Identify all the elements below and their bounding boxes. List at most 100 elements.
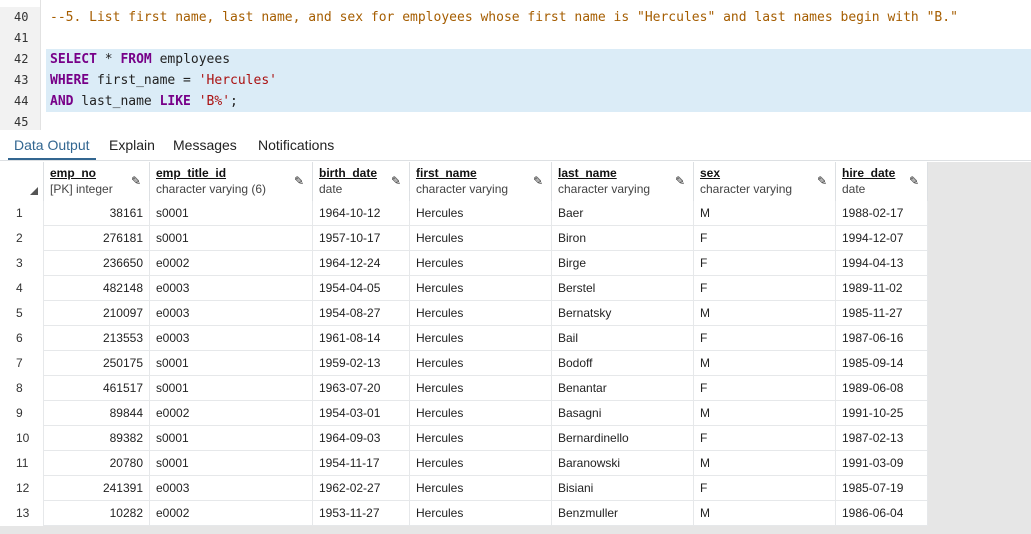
cell-hire-date[interactable]: 1989-06-08	[836, 376, 928, 401]
cell-emp-title-id[interactable]: e0002	[150, 401, 313, 426]
table-row[interactable]: 9 89844 e0002 1954-03-01 Hercules Basagni M 199…	[0, 401, 928, 426]
cell-emp-title-id[interactable]: s0001	[150, 426, 313, 451]
cell-hire-date[interactable]: 1987-06-16	[836, 326, 928, 351]
row-number[interactable]: 12	[0, 476, 44, 501]
cell-birth-date[interactable]: 1954-03-01	[313, 401, 410, 426]
row-number[interactable]: 7	[0, 351, 44, 376]
column-header-sex[interactable]: sex character varying ✎	[694, 162, 836, 201]
code-text[interactable]	[46, 28, 1031, 49]
cell-emp-no[interactable]: 89844	[44, 401, 150, 426]
code-line[interactable]: 45	[0, 112, 1031, 130]
cell-first-name[interactable]: Hercules	[410, 401, 552, 426]
cell-sex[interactable]: F	[694, 276, 836, 301]
row-number[interactable]: 4	[0, 276, 44, 301]
row-number[interactable]: 11	[0, 451, 44, 476]
cell-last-name[interactable]: Benantar	[552, 376, 694, 401]
cell-last-name[interactable]: Birge	[552, 251, 694, 276]
cell-first-name[interactable]: Hercules	[410, 351, 552, 376]
code-line[interactable]: 40 --5. List first name, last name, and s…	[0, 7, 1031, 28]
cell-emp-title-id[interactable]: e0002	[150, 501, 313, 526]
cell-emp-title-id[interactable]: e0003	[150, 326, 313, 351]
cell-first-name[interactable]: Hercules	[410, 201, 552, 226]
pencil-icon[interactable]: ✎	[391, 174, 401, 188]
cell-emp-title-id[interactable]: s0001	[150, 351, 313, 376]
cell-last-name[interactable]: Bernardinello	[552, 426, 694, 451]
pencil-icon[interactable]: ✎	[909, 174, 919, 188]
cell-birth-date[interactable]: 1961-08-14	[313, 326, 410, 351]
cell-emp-title-id[interactable]: e0003	[150, 476, 313, 501]
cell-sex[interactable]: M	[694, 201, 836, 226]
cell-hire-date[interactable]: 1991-10-25	[836, 401, 928, 426]
cell-sex[interactable]: F	[694, 226, 836, 251]
cell-last-name[interactable]: Biron	[552, 226, 694, 251]
cell-emp-title-id[interactable]: s0001	[150, 226, 313, 251]
cell-birth-date[interactable]: 1954-11-17	[313, 451, 410, 476]
table-row[interactable]: 8 461517 s0001 1963-07-20 Hercules Benantar F 1…	[0, 376, 928, 401]
row-number[interactable]: 3	[0, 251, 44, 276]
cell-last-name[interactable]: Bernatsky	[552, 301, 694, 326]
cell-hire-date[interactable]: 1986-06-04	[836, 501, 928, 526]
pencil-icon[interactable]: ✎	[131, 174, 141, 188]
sql-editor[interactable]: 40 --5. List first name, last name, and s…	[0, 0, 1031, 130]
pencil-icon[interactable]: ✎	[294, 174, 304, 188]
cell-hire-date[interactable]: 1985-07-19	[836, 476, 928, 501]
row-number[interactable]: 9	[0, 401, 44, 426]
table-row[interactable]: 1 38161 s0001 1964-10-12 Hercules Baer M 1988-0…	[0, 201, 928, 226]
code-line[interactable]: 43 WHERE first_name = 'Hercules'	[0, 70, 1031, 91]
cell-hire-date[interactable]: 1985-09-14	[836, 351, 928, 376]
cell-first-name[interactable]: Hercules	[410, 251, 552, 276]
cell-sex[interactable]: F	[694, 326, 836, 351]
row-number[interactable]: 13	[0, 501, 44, 526]
code-text[interactable]	[46, 112, 1031, 130]
pencil-icon[interactable]: ✎	[817, 174, 827, 188]
row-number[interactable]: 6	[0, 326, 44, 351]
cell-birth-date[interactable]: 1957-10-17	[313, 226, 410, 251]
column-header-birth-date[interactable]: birth_date date ✎	[313, 162, 410, 201]
cell-sex[interactable]: F	[694, 251, 836, 276]
cell-sex[interactable]: M	[694, 451, 836, 476]
cell-first-name[interactable]: Hercules	[410, 276, 552, 301]
cell-emp-no[interactable]: 236650	[44, 251, 150, 276]
cell-last-name[interactable]: Baranowski	[552, 451, 694, 476]
row-number[interactable]: 10	[0, 426, 44, 451]
cell-emp-no[interactable]: 20780	[44, 451, 150, 476]
code-text[interactable]: SELECT * FROM employees	[46, 49, 1031, 70]
table-row[interactable]: 10 89382 s0001 1964-09-03 Hercules Bernardine…	[0, 426, 928, 451]
cell-birth-date[interactable]: 1954-04-05	[313, 276, 410, 301]
cell-last-name[interactable]: Berstel	[552, 276, 694, 301]
cell-emp-no[interactable]: 38161	[44, 201, 150, 226]
cell-emp-no[interactable]: 210097	[44, 301, 150, 326]
column-header-last-name[interactable]: last_name character varying ✎	[552, 162, 694, 201]
cell-emp-no[interactable]: 461517	[44, 376, 150, 401]
table-row[interactable]: 7 250175 s0001 1959-02-13 Hercules Bodoff M 198…	[0, 351, 928, 376]
cell-emp-no[interactable]: 89382	[44, 426, 150, 451]
cell-emp-no[interactable]: 241391	[44, 476, 150, 501]
cell-emp-no[interactable]: 482148	[44, 276, 150, 301]
code-text[interactable]: --5. List first name, last name, and sex…	[46, 7, 1031, 28]
cell-emp-no[interactable]: 10282	[44, 501, 150, 526]
cell-birth-date[interactable]: 1953-11-27	[313, 501, 410, 526]
pencil-icon[interactable]: ✎	[533, 174, 543, 188]
table-row[interactable]: 12 241391 e0003 1962-02-27 Hercules Bisiani F 1…	[0, 476, 928, 501]
cell-birth-date[interactable]: 1962-02-27	[313, 476, 410, 501]
cell-emp-title-id[interactable]: e0002	[150, 251, 313, 276]
column-header-emp-title-id[interactable]: emp_title_id character varying (6) ✎	[150, 162, 313, 201]
table-row[interactable]: 6 213553 e0003 1961-08-14 Hercules Bail F 1987-…	[0, 326, 928, 351]
pencil-icon[interactable]: ✎	[675, 174, 685, 188]
cell-hire-date[interactable]: 1994-04-13	[836, 251, 928, 276]
cell-sex[interactable]: M	[694, 501, 836, 526]
cell-first-name[interactable]: Hercules	[410, 476, 552, 501]
cell-birth-date[interactable]: 1964-10-12	[313, 201, 410, 226]
cell-sex[interactable]: M	[694, 401, 836, 426]
cell-birth-date[interactable]: 1964-12-24	[313, 251, 410, 276]
cell-first-name[interactable]: Hercules	[410, 451, 552, 476]
cell-last-name[interactable]: Basagni	[552, 401, 694, 426]
table-row[interactable]: 2 276181 s0001 1957-10-17 Hercules Biron F 1994…	[0, 226, 928, 251]
cell-birth-date[interactable]: 1954-08-27	[313, 301, 410, 326]
code-line[interactable]: 42 SELECT * FROM employees	[0, 49, 1031, 70]
row-number[interactable]: 8	[0, 376, 44, 401]
cell-first-name[interactable]: Hercules	[410, 226, 552, 251]
cell-hire-date[interactable]: 1988-02-17	[836, 201, 928, 226]
table-row[interactable]: 3 236650 e0002 1964-12-24 Hercules Birge F 1994…	[0, 251, 928, 276]
code-text[interactable]: WHERE first_name = 'Hercules'	[46, 70, 1031, 91]
